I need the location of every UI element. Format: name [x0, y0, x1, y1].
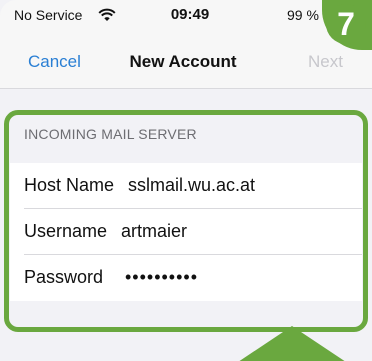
password-field[interactable]: ••••••••••	[125, 267, 198, 288]
pointer-arrow-icon	[239, 326, 345, 361]
carrier-label: No Service	[14, 7, 83, 23]
username-label: Username	[24, 221, 108, 241]
username-field[interactable]: artmaier	[121, 221, 187, 242]
navigation-bar: Cancel New Account Next	[0, 40, 372, 84]
page-title-text: New Account	[129, 52, 237, 71]
username-row[interactable]: Username artmaier	[10, 209, 362, 255]
host-name-field[interactable]: sslmail.wu.ac.at	[128, 175, 255, 196]
wifi-icon	[98, 8, 116, 21]
status-bar: No Service 09:49 99 %	[0, 0, 372, 34]
clock: 09:49	[170, 6, 210, 23]
password-label: Password	[24, 267, 104, 287]
host-name-label: Host Name	[24, 175, 115, 195]
next-button[interactable]: Next	[308, 52, 343, 72]
phone-screen: No Service 09:49 99 % Cancel New Account…	[0, 0, 372, 361]
top-bar-area: No Service 09:49 99 % Cancel New Account…	[0, 0, 372, 89]
battery-percent: 99 %	[287, 7, 319, 23]
step-number: 7	[326, 4, 366, 44]
host-name-row[interactable]: Host Name sslmail.wu.ac.at	[10, 163, 362, 209]
section-header: INCOMING MAIL SERVER	[24, 126, 197, 142]
password-row[interactable]: Password ••••••••••	[10, 255, 362, 301]
